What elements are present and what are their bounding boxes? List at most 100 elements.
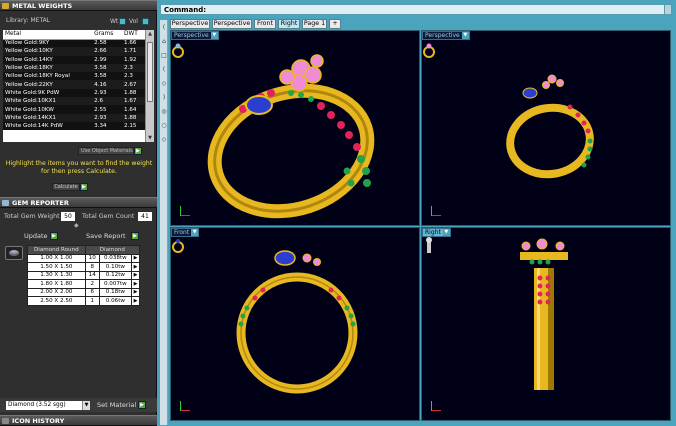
table-row[interactable]: Yellow Gold:14KY 2.99 1.92 — [3, 55, 145, 64]
table-row[interactable]: 1.00 X 1.00 10 0.038tw ▶ — [27, 253, 140, 263]
row-go-icon[interactable]: ▶ — [131, 270, 140, 280]
grams: 2.58 — [92, 39, 123, 48]
viewport-label[interactable]: Perspective ▼ — [422, 31, 470, 40]
row-go-icon[interactable]: ▶ — [131, 287, 140, 297]
metal-weights-title: METAL WEIGHTS — [12, 2, 73, 10]
go-arrow-icon[interactable]: ▶ — [131, 232, 139, 240]
row-go-icon[interactable]: ▶ — [131, 296, 140, 306]
total-gem-weight-value: 50 — [61, 212, 75, 221]
gem-weight: 0.06tw — [98, 296, 133, 306]
viewport-front[interactable]: Front ▼ — [170, 227, 420, 421]
dwt: 2.15 — [122, 121, 145, 131]
gem-reporter-header[interactable]: GEM REPORTER — [0, 197, 157, 208]
wt-checkbox[interactable] — [119, 18, 126, 25]
toolbar-icon[interactable]: ◇ — [161, 80, 167, 88]
gem-size: 1.30 X 1.30 — [27, 270, 86, 280]
row-go-icon[interactable]: ▶ — [131, 279, 140, 289]
toolbar-icon[interactable]: ⌂ — [161, 38, 167, 46]
chevron-down-icon[interactable]: ▼ — [210, 32, 218, 39]
axes-indicator — [177, 398, 193, 414]
save-report-button[interactable]: Save Report ▶ — [86, 232, 146, 241]
ring-icon[interactable] — [422, 41, 436, 59]
viewport-perspective-2[interactable]: Perspective ▼ — [421, 30, 671, 226]
table-row[interactable]: White Gold:10KW 2.55 1.64 — [3, 105, 145, 114]
vol-checkbox[interactable] — [142, 18, 149, 25]
ring-icon[interactable] — [171, 236, 185, 254]
table-row[interactable]: White Gold:9K PdW 2.93 1.88 — [3, 88, 145, 98]
wt-label: Wt — [110, 18, 119, 25]
metal-name: Yellow Gold:22KY — [3, 80, 93, 89]
table-row[interactable]: Yellow Gold:18KY 3.58 2.3 — [3, 63, 145, 73]
gem-weight: 0.18tw — [98, 287, 133, 297]
go-arrow-icon[interactable]: ▶ — [138, 401, 146, 409]
grams: 2.93 — [92, 88, 123, 98]
scroll-up-icon[interactable]: ▲ — [147, 31, 153, 37]
scroll-thumb[interactable] — [147, 42, 153, 102]
tab-perspective-2[interactable]: Perspective — [212, 19, 252, 29]
metal-weights-table[interactable]: Metal Grams DWT Yellow Gold:9KY 2.58 1.66 … — [3, 30, 145, 142]
set-material-button[interactable]: Set Material ▶ — [97, 401, 146, 410]
tab-perspective-1[interactable]: Perspective — [170, 19, 210, 29]
table-row[interactable]: 2.50 X 2.50 1 0.06tw ▶ — [27, 296, 140, 306]
table-row[interactable]: 1.80 X 1.80 2 0.007tw ▶ — [27, 279, 140, 289]
table-row[interactable]: 1.30 X 1.30 14 0.12tw ▶ — [27, 270, 140, 280]
table-row[interactable]: White Gold:10KX1 2.6 1.67 — [3, 97, 145, 106]
go-arrow-icon[interactable]: ▶ — [50, 232, 58, 240]
update-button[interactable]: Update ▶ — [24, 232, 64, 241]
table-scrollbar[interactable]: ▲ ▼ — [145, 30, 154, 142]
ring-icon[interactable] — [171, 41, 185, 59]
metal-weights-header[interactable]: METAL WEIGHTS — [0, 0, 157, 11]
chevron-down-icon[interactable]: ▼ — [461, 32, 469, 39]
gem-report-table[interactable]: Diamond Round Diamond 1.00 X 1.00 10 0.038… — [27, 245, 141, 306]
chevron-down-icon[interactable]: ▼ — [82, 401, 90, 410]
material-select[interactable]: Diamond (3.52 sgg) ▼ — [6, 401, 90, 410]
viewport-perspective-1[interactable]: Perspective ▼ — [170, 30, 420, 226]
calculate-label: Calculate — [54, 184, 78, 190]
metal-name: White Gold:14K PdW — [3, 121, 93, 131]
table-row[interactable]: Yellow Gold:22KY 4.16 2.67 — [3, 80, 145, 89]
tab-front[interactable]: Front — [254, 19, 276, 29]
calculate-button[interactable]: Calculate ▶ — [52, 183, 88, 191]
expand-icon[interactable]: ◆ — [74, 222, 79, 229]
go-arrow-icon[interactable]: ▶ — [80, 183, 88, 191]
viewport-right[interactable]: Right ▼ — [421, 227, 671, 421]
gem-reporter-title: GEM REPORTER — [12, 199, 69, 207]
gem-count: 1 — [84, 296, 100, 306]
use-object-materials-label: Use Object Materials — [81, 148, 133, 154]
toolbar-icon[interactable]: ) — [161, 94, 167, 102]
tab-page-1[interactable]: Page 1 — [302, 19, 327, 29]
chevron-down-icon[interactable]: ▼ — [191, 229, 199, 236]
table-row[interactable]: Yellow Gold:10KY 2.66 1.71 — [3, 47, 145, 56]
icon-history-header[interactable]: ICON HISTORY — [0, 415, 157, 426]
table-row[interactable]: 1.50 X 1.50 8 0.10tw ▶ — [27, 262, 140, 272]
command-bar[interactable]: Command: — [160, 4, 672, 15]
row-go-icon[interactable]: ▶ — [131, 262, 140, 272]
toolbar-icon[interactable]: ○ — [161, 122, 167, 130]
table-row[interactable]: Yellow Gold:18KY Royal 3.58 2.3 — [3, 72, 145, 81]
dwt: 1.71 — [122, 47, 145, 56]
use-object-materials-select[interactable]: Use Object Materials ▶ — [78, 147, 142, 155]
gem-weight: 0.12tw — [98, 270, 133, 280]
row-go-icon[interactable]: ▶ — [131, 253, 140, 263]
toolbar-icon[interactable]: ◇ — [161, 136, 167, 144]
table-row[interactable]: 2.00 X 2.00 6 0.18tw ▶ — [27, 287, 140, 297]
toolbar-icon[interactable]: □ — [161, 52, 167, 60]
toolbar-icon[interactable]: ( — [161, 24, 167, 32]
table-row[interactable]: Yellow Gold:9KY 2.58 1.66 — [3, 39, 145, 48]
toolbar-icon[interactable]: ◎ — [161, 108, 167, 116]
go-arrow-icon[interactable]: ▶ — [134, 147, 142, 155]
table-row[interactable]: White Gold:14K PdW 3.34 2.15 — [3, 121, 145, 131]
scroll-down-icon[interactable]: ▼ — [147, 135, 153, 141]
ring-side-icon[interactable] — [422, 236, 436, 254]
grams: 3.34 — [92, 121, 123, 131]
ring-render-perspective-large — [207, 54, 375, 219]
command-scroll[interactable] — [664, 5, 671, 14]
toolbar-icon[interactable]: ( — [161, 66, 167, 74]
dwt: 2.3 — [122, 72, 145, 81]
add-tab-icon[interactable]: + — [329, 19, 341, 29]
table-row[interactable]: White Gold:14KX1 2.93 1.88 — [3, 113, 145, 122]
viewport-label[interactable]: Perspective ▼ — [171, 31, 219, 40]
gem-count: 6 — [84, 287, 100, 297]
chevron-down-icon[interactable]: ▼ — [442, 229, 450, 236]
tab-right[interactable]: Right — [278, 19, 300, 29]
